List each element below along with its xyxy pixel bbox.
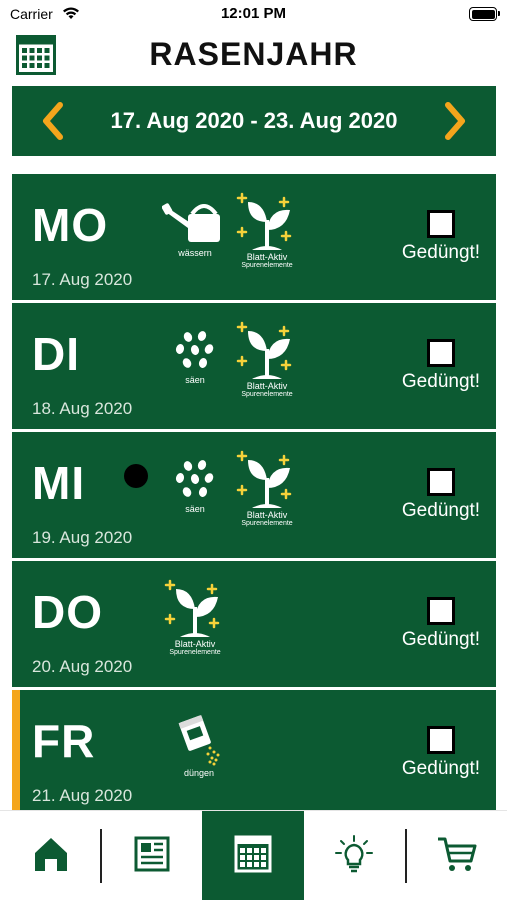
seeds-icon: [162, 327, 228, 375]
fertilized-checkbox[interactable]: [427, 339, 455, 367]
day-row-friday[interactable]: FR 21. Aug 2020 düngen Gedüngt!: [12, 690, 496, 816]
day-name: MO: [32, 199, 109, 251]
day-date: 21. Aug 2020: [32, 786, 133, 805]
current-day-dot: [124, 464, 148, 488]
activity-blatt-aktiv[interactable]: Blatt-Aktiv Spurenelemente: [162, 577, 228, 667]
tab-tips[interactable]: [304, 811, 404, 900]
activity-sowing[interactable]: säen: [162, 456, 228, 546]
leaf-sprout-icon: [234, 190, 300, 252]
app-header: RASENJAHR: [0, 32, 507, 78]
day-date: 19. Aug 2020: [32, 528, 133, 547]
status-bar: Carrier 12:01 PM: [0, 0, 507, 28]
seeds-icon: [162, 456, 228, 504]
activity-label: säen: [185, 504, 205, 514]
day-row-thursday[interactable]: DO 20. Aug 2020 Blatt-Aktiv Spurenelemen…: [12, 561, 496, 687]
day-name: DO: [32, 586, 103, 638]
chevron-right-icon[interactable]: [434, 98, 478, 144]
activity-sublabel: Spurenelemente: [169, 649, 221, 656]
day-date: 20. Aug 2020: [32, 657, 133, 676]
fertilized-label: Gedüngt!: [401, 371, 481, 392]
newspaper-icon: [132, 834, 172, 879]
fertilized-checkbox-group: Gedüngt!: [396, 339, 486, 393]
tab-shop[interactable]: [407, 811, 507, 900]
fertilized-label: Gedüngt!: [401, 629, 481, 650]
tab-news[interactable]: [102, 811, 202, 900]
fertilized-checkbox-group: Gedüngt!: [396, 597, 486, 651]
day-date: 18. Aug 2020: [32, 399, 133, 418]
fertilized-checkbox-group: Gedüngt!: [396, 210, 486, 264]
watering-can-icon: [162, 196, 228, 248]
page-title: RASENJAHR: [149, 36, 358, 72]
fertilized-checkbox[interactable]: [427, 597, 455, 625]
home-icon: [31, 835, 71, 878]
activity-sublabel: Spurenelemente: [241, 391, 293, 398]
tab-home[interactable]: [0, 811, 101, 900]
week-selector: 17. Aug 2020 - 23. Aug 2020: [12, 86, 496, 156]
day-row-tuesday[interactable]: DI 18. Aug 2020 säen Blatt-Aktiv Spurene…: [12, 303, 496, 429]
activity-label: Blatt-Aktiv: [246, 381, 288, 391]
leaf-sprout-icon: [162, 577, 228, 639]
fertilized-label: Gedüngt!: [401, 500, 481, 521]
clock-time: 12:01 PM: [220, 5, 287, 22]
day-row-monday[interactable]: MO 17. Aug 2020 wässern Blatt-Aktiv Spur…: [12, 174, 496, 300]
activity-watering[interactable]: wässern: [162, 196, 228, 286]
leaf-sprout-icon: [234, 319, 300, 381]
activity-sublabel: Spurenelemente: [241, 262, 293, 269]
leaf-sprout-icon: [234, 448, 300, 510]
app-root: Carrier 12:01 PM RASENJAHR 17. Aug 2020 …: [0, 0, 507, 900]
activity-fertilizing[interactable]: düngen: [166, 714, 232, 804]
week-range-label: 17. Aug 2020 - 23. Aug 2020: [110, 108, 398, 133]
activity-blatt-aktiv[interactable]: Blatt-Aktiv Spurenelemente: [234, 190, 300, 280]
fertilized-checkbox-group: Gedüngt!: [396, 468, 486, 522]
lightbulb-icon: [332, 834, 376, 879]
fertilizer-bag-icon: [166, 714, 232, 768]
shopping-cart-icon: [436, 834, 478, 879]
day-name: DI: [32, 328, 80, 380]
activity-label: Blatt-Aktiv: [246, 252, 288, 262]
fertilized-label: Gedüngt!: [401, 758, 481, 779]
calendar-grid-icon: [233, 834, 273, 879]
tab-calendar[interactable]: [202, 811, 304, 900]
activity-label: Blatt-Aktiv: [174, 639, 216, 649]
day-name: FR: [32, 715, 96, 767]
day-name: MI: [32, 457, 86, 509]
activity-sublabel: Spurenelemente: [241, 520, 293, 527]
fertilized-label: Gedüngt!: [401, 242, 481, 263]
activity-label: Blatt-Aktiv: [246, 510, 288, 520]
fertilized-checkbox[interactable]: [427, 468, 455, 496]
fertilized-checkbox[interactable]: [427, 210, 455, 238]
day-date: 17. Aug 2020: [32, 270, 133, 289]
tab-bar: [0, 810, 507, 900]
activity-blatt-aktiv[interactable]: Blatt-Aktiv Spurenelemente: [234, 448, 300, 538]
battery-icon: [469, 7, 500, 21]
activity-label: wässern: [178, 248, 212, 258]
activity-blatt-aktiv[interactable]: Blatt-Aktiv Spurenelemente: [234, 319, 300, 409]
activity-sowing[interactable]: säen: [162, 327, 228, 417]
day-row-wednesday[interactable]: MI 19. Aug 2020 säen Blatt-Aktiv Spurene…: [12, 432, 496, 558]
fertilized-checkbox-group: Gedüngt!: [396, 726, 486, 780]
activity-label: düngen: [183, 768, 215, 778]
fertilized-checkbox[interactable]: [427, 726, 455, 754]
activity-label: säen: [185, 375, 205, 385]
